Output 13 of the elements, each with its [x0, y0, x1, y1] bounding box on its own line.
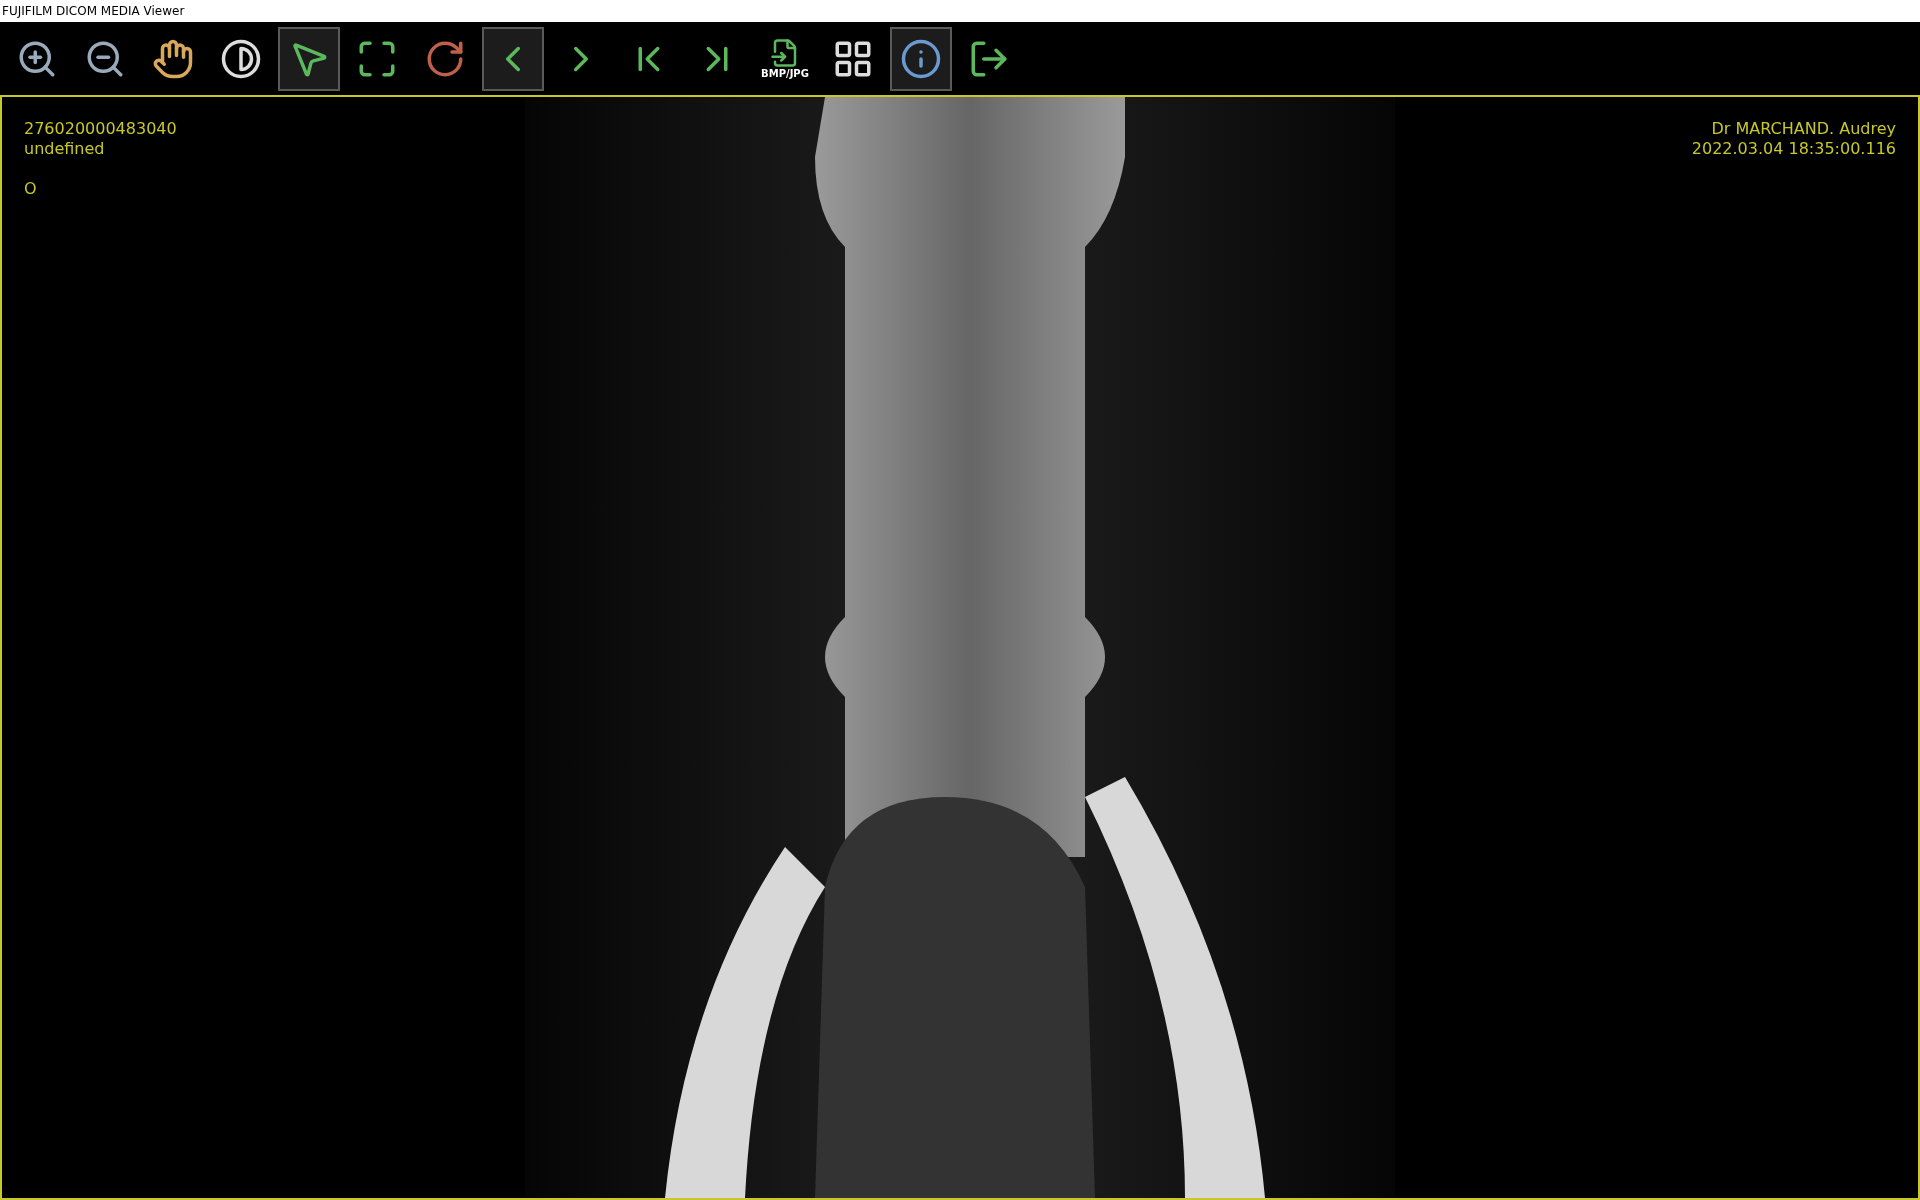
info-icon [900, 37, 942, 80]
toolbar-button[interactable] [482, 26, 544, 91]
toolbar-button[interactable] [278, 26, 340, 91]
overlay-text: 2022.03.04 18:35:00.116 [1691, 139, 1896, 159]
overlay-text: Dr MARCHAND. Audrey [1711, 119, 1896, 139]
overlay-text: O [24, 179, 38, 199]
window-title: FUJIFILM DICOM MEDIA Viewer [2, 3, 185, 20]
toolbar-button[interactable] [890, 26, 952, 91]
hand-icon [152, 37, 194, 80]
overlay-text: undefined [24, 139, 106, 159]
overlay-text: 276020000483040 [24, 119, 177, 139]
contrast-icon [220, 37, 262, 80]
export-format-label: BMP/JPG [761, 67, 809, 80]
